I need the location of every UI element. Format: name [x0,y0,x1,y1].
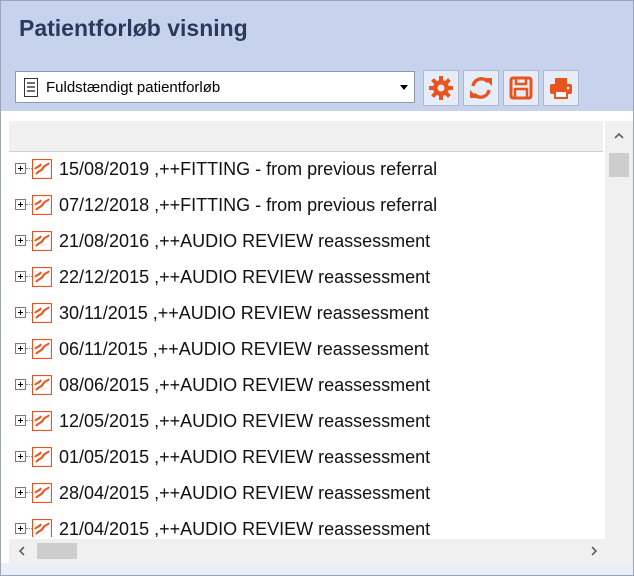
patient-record-icon [32,303,52,323]
list-item-label: 06/11/2015 ,++AUDIO REVIEW reassessment [59,339,429,359]
list-item-label: 08/06/2015 ,++AUDIO REVIEW reassessment [59,375,431,395]
expand-icon[interactable] [15,415,26,426]
expand-icon[interactable] [15,271,26,282]
save-icon [509,76,533,100]
vertical-scroll-thumb[interactable] [609,153,629,177]
list-item[interactable]: 15/08/2019 ,++FITTING - from previous re… [15,151,605,187]
list-item[interactable]: 12/05/2015 ,++AUDIO REVIEW reassessment [15,403,605,439]
settings-button[interactable] [423,70,459,106]
list-item-label: 28/04/2015 ,++AUDIO REVIEW reassessment [59,483,431,503]
save-button[interactable] [503,70,539,106]
expand-icon[interactable] [15,199,26,210]
expand-icon[interactable] [15,307,26,318]
expand-icon[interactable] [15,343,26,354]
toolbar: Fuldstændigt patientforløb [1,57,633,111]
dropdown-selected-value: Fuldstændigt patientforløb [46,79,221,96]
print-button[interactable] [543,70,579,106]
list-item[interactable]: 21/04/2015 ,++AUDIO REVIEW reassessment [15,511,605,537]
list-item[interactable]: 28/04/2015 ,++AUDIO REVIEW reassessment [15,475,605,511]
list-item-label: 15/08/2019 ,++FITTING - from previous re… [59,159,438,179]
list-item[interactable]: 06/11/2015 ,++AUDIO REVIEW reassessment [15,331,605,367]
list-item[interactable]: 07/12/2018 ,++FITTING - from previous re… [15,187,605,223]
patient-record-icon [32,231,52,251]
list-item[interactable]: 22/12/2015 ,++AUDIO REVIEW reassessment [15,259,605,295]
list-item-label: 22/12/2015 ,++AUDIO REVIEW reassessment [59,267,431,287]
refresh-button[interactable] [463,70,499,106]
list-item[interactable]: 21/08/2016 ,++AUDIO REVIEW reassessment [15,223,605,259]
list-item-label: 30/11/2015 ,++AUDIO REVIEW reassessment [59,303,429,323]
scroll-right-arrow-icon[interactable] [587,544,601,558]
scroll-left-arrow-icon[interactable] [15,544,29,558]
patient-record-icon [32,195,52,215]
patient-record-icon [32,411,52,431]
list-item-label: 01/05/2015 ,++AUDIO REVIEW reassessment [59,447,431,467]
scrollbar-corner [605,537,633,563]
list-item-label: 12/05/2015 ,++AUDIO REVIEW reassessment [59,411,431,431]
footer-bar [1,563,633,575]
patient-record-icon [32,267,52,287]
patient-record-icon [32,447,52,467]
expand-icon[interactable] [15,163,26,174]
expand-icon[interactable] [15,487,26,498]
patient-record-icon [32,519,52,537]
list-item[interactable]: 30/11/2015 ,++AUDIO REVIEW reassessment [15,295,605,331]
expand-icon[interactable] [15,451,26,462]
print-icon [550,78,572,99]
list-item-label: 21/08/2016 ,++AUDIO REVIEW reassessment [59,231,431,251]
refresh-icon [470,77,492,99]
patient-record-icon [32,339,52,359]
list-item[interactable]: 08/06/2015 ,++AUDIO REVIEW reassessment [15,367,605,403]
title-bar: Patientforløb visning [1,1,633,57]
gear-icon [429,76,453,100]
document-icon [24,78,38,97]
chevron-down-icon[interactable] [394,72,414,102]
expand-icon[interactable] [15,235,26,246]
horizontal-scrollbar[interactable] [9,539,605,563]
view-select-dropdown[interactable]: Fuldstændigt patientforløb [15,71,415,103]
list-item[interactable]: 01/05/2015 ,++AUDIO REVIEW reassessment [15,439,605,475]
window-title: Patientforløb visning [19,15,248,41]
patient-course-window: Patientforløb visning Fuldstændigt patie… [0,0,634,576]
patient-course-list: 15/08/2019 ,++FITTING - from previous re… [15,151,605,537]
scroll-up-arrow-icon[interactable] [612,129,626,143]
expand-icon[interactable] [15,379,26,390]
patient-record-icon [32,483,52,503]
vertical-scrollbar[interactable] [605,121,633,554]
patient-record-icon [32,375,52,395]
list-item-label: 21/04/2015 ,++AUDIO REVIEW reassessment [59,519,431,537]
horizontal-scroll-thumb[interactable] [37,543,77,559]
patient-record-icon [32,159,52,179]
list-header [9,121,603,152]
list-item-label: 07/12/2018 ,++FITTING - from previous re… [59,195,438,215]
expand-icon[interactable] [15,523,26,534]
